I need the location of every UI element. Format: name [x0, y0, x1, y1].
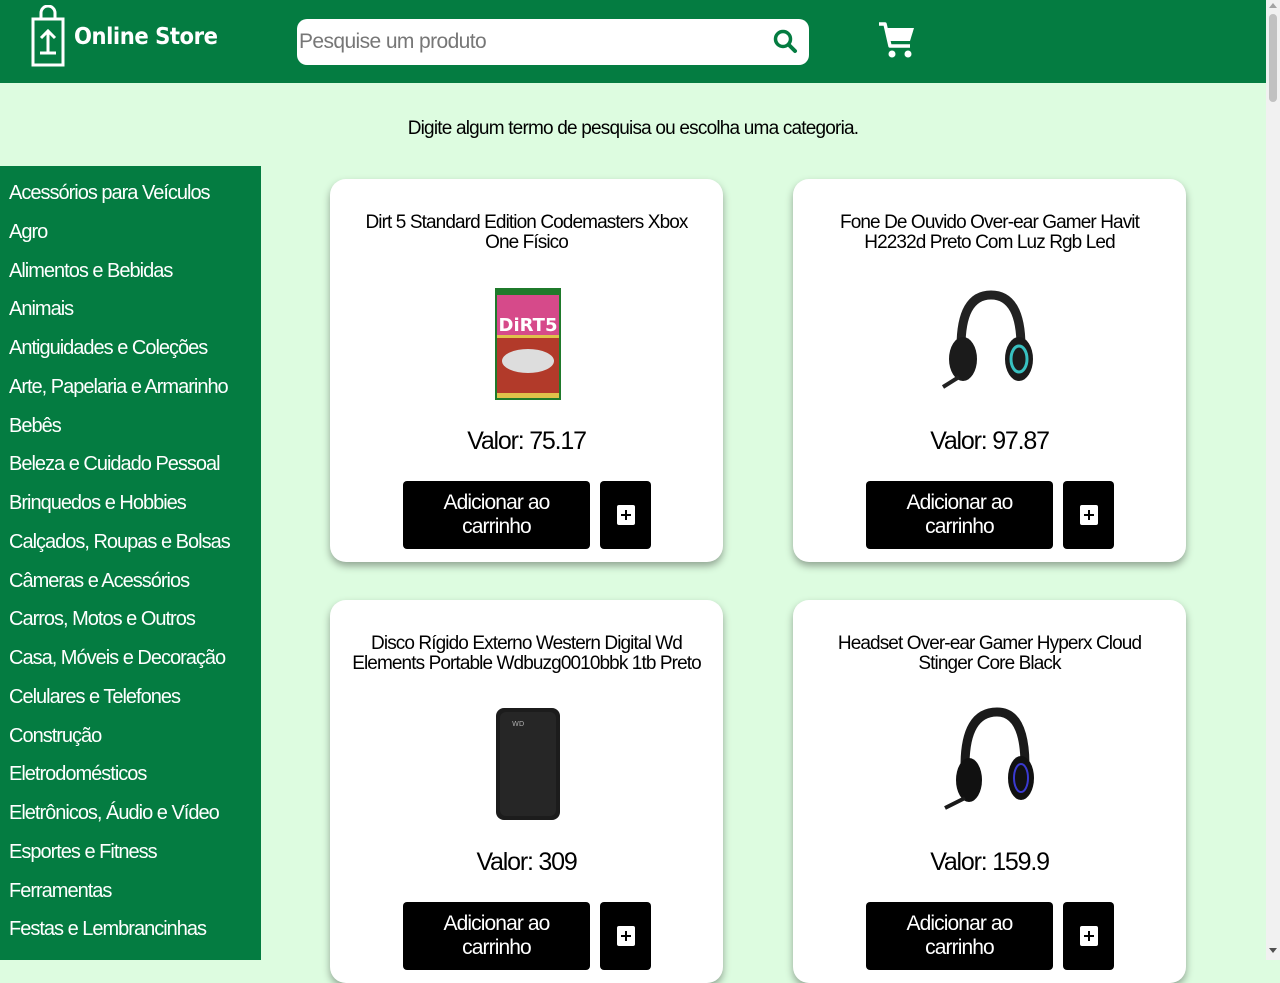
product-title: Headset Over-ear Gamer Hyperx Cloud Stin… [837, 633, 1142, 674]
category-item[interactable]: Eletrodomésticos [9, 755, 261, 794]
scroll-thumb[interactable] [1269, 14, 1277, 102]
category-item[interactable]: Arte, Papelaria e Armarinho [9, 368, 261, 407]
product-title: Dirt 5 Standard Edition Codemasters Xbox… [365, 212, 688, 253]
svg-text:WD: WD [512, 720, 524, 728]
logo-text: Online Store [74, 24, 218, 50]
product-title: Disco Rígido Externo Western Digital Wd … [352, 633, 702, 674]
category-sidebar: Acessórios para Veículos Agro Alimentos … [0, 166, 261, 960]
search-input[interactable] [299, 19, 759, 65]
search-box [297, 19, 809, 65]
category-item[interactable]: Carros, Motos e Outros [9, 600, 261, 639]
headset-black-image [943, 707, 1034, 810]
product-price: Valor: 97.87 [930, 427, 1050, 455]
category-item[interactable]: Ferramentas [9, 872, 261, 911]
category-item[interactable]: Bebês [9, 407, 261, 446]
product-card: Headset Over-ear Gamer Hyperx Cloud Stin… [793, 600, 1186, 983]
category-item[interactable]: Eletrônicos, Áudio e Vídeo [9, 794, 261, 833]
product-card: Disco Rígido Externo Western Digital Wd … [330, 600, 723, 983]
add-to-cart-button[interactable]: Adicionar ao carrinho [866, 481, 1053, 549]
scroll-down-icon[interactable] [1269, 948, 1277, 953]
plus-icon [616, 926, 635, 946]
plus-icon [1079, 926, 1098, 946]
game-case-image: DiRT5 [494, 288, 561, 400]
product-price: Valor: 159.9 [930, 848, 1050, 876]
category-item[interactable]: Beleza e Cuidado Pessoal [9, 445, 261, 484]
category-item[interactable]: Antiguidades e Coleções [9, 329, 261, 368]
category-item[interactable]: Esportes e Fitness [9, 833, 261, 872]
category-item[interactable]: Calçados, Roupas e Bolsas [9, 523, 261, 562]
category-item[interactable]: Celulares e Telefones [9, 678, 261, 717]
category-item[interactable]: Construção [9, 717, 261, 756]
plus-icon [1079, 505, 1098, 525]
category-item[interactable]: Festas e Lembrancinhas [9, 910, 261, 949]
hard-drive-image: WD [495, 708, 560, 820]
top-bar: Online Store [0, 0, 1266, 83]
scroll-up-icon[interactable] [1269, 3, 1277, 8]
product-card: Dirt 5 Standard Edition Codemasters Xbox… [330, 179, 723, 562]
details-button[interactable] [1063, 481, 1114, 549]
product-price: Valor: 309 [476, 848, 577, 876]
category-item[interactable]: Brinquedos e Hobbies [9, 484, 261, 523]
headset-rgb-image [941, 290, 1033, 389]
plus-icon [616, 505, 635, 525]
search-icon[interactable] [771, 27, 799, 55]
category-item[interactable]: Câmeras e Acessórios [9, 562, 261, 601]
product-price: Valor: 75.17 [467, 427, 587, 455]
category-item[interactable]: Alimentos e Bebidas [9, 252, 261, 291]
scrollbar[interactable] [1266, 0, 1280, 960]
logo[interactable]: Online Store [30, 5, 230, 69]
product-title: Fone De Ouvido Over-ear Gamer Havit H223… [839, 212, 1140, 253]
category-item[interactable]: Acessórios para Veículos [9, 174, 261, 213]
product-card: Fone De Ouvido Over-ear Gamer Havit H223… [793, 179, 1186, 562]
category-item[interactable]: Animais [9, 290, 261, 329]
details-button[interactable] [600, 481, 651, 549]
cart-icon[interactable] [878, 20, 916, 60]
shopping-bag-icon [31, 5, 65, 67]
category-item[interactable]: Agro [9, 213, 261, 252]
search-hint: Digite algum termo de pesquisa ou escolh… [407, 118, 859, 139]
add-to-cart-button[interactable]: Adicionar ao carrinho [403, 481, 590, 549]
svg-text:DiRT5: DiRT5 [498, 315, 557, 336]
category-item[interactable]: Casa, Móveis e Decoração [9, 639, 261, 678]
